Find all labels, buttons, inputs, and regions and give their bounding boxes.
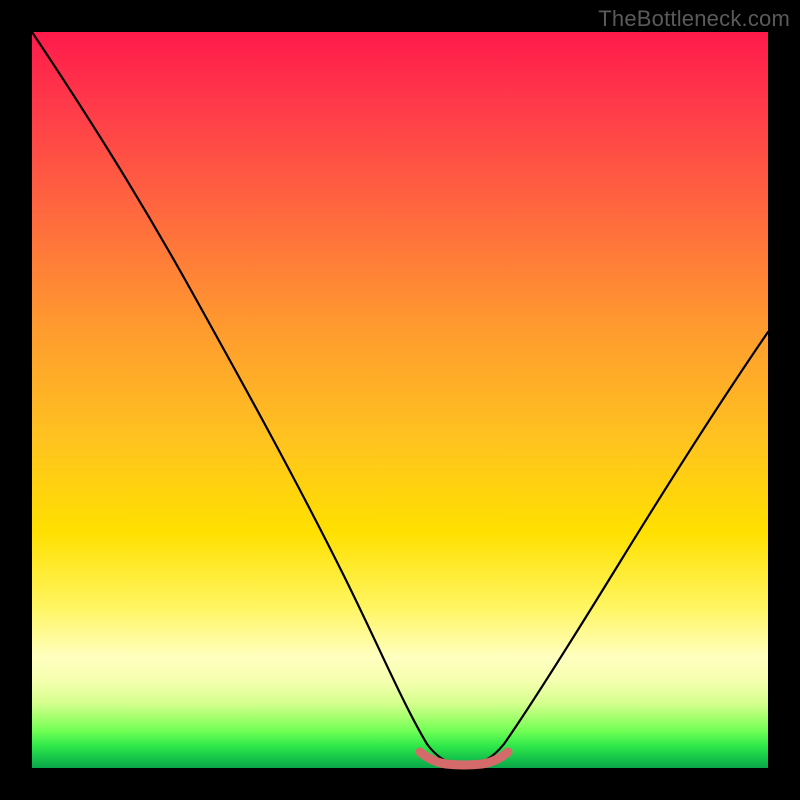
main-curve [32,32,768,765]
watermark-text: TheBottleneck.com [598,6,790,32]
chart-frame: TheBottleneck.com [0,0,800,800]
chart-svg [32,32,768,768]
